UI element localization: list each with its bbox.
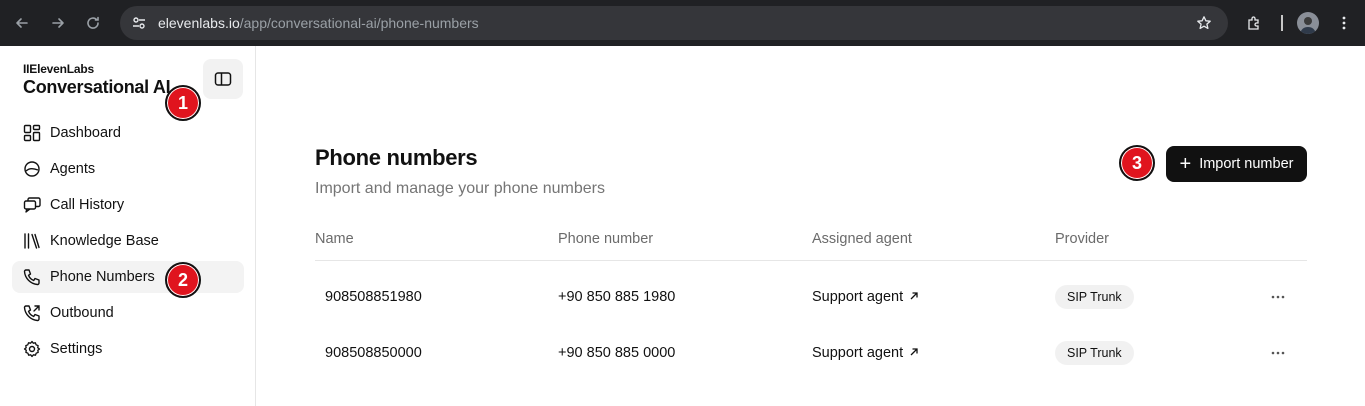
bookmark-star-icon[interactable] <box>1193 12 1215 34</box>
sidebar: IIElevenLabs Conversational AI Dashboard… <box>0 46 256 406</box>
sidebar-item-label: Outbound <box>50 305 114 321</box>
sidebar-panel-icon <box>214 72 232 86</box>
table-header-divider <box>315 260 1307 261</box>
row-phone-number: +90 850 885 0000 <box>558 345 676 361</box>
toolbar-divider <box>1281 15 1283 31</box>
back-icon[interactable] <box>11 12 33 34</box>
column-header-assigned-agent: Assigned agent <box>812 231 912 247</box>
import-number-button[interactable]: + Import number <box>1166 146 1307 182</box>
url-host: elevenlabs.io <box>158 15 240 31</box>
phone-icon <box>22 267 42 287</box>
external-arrow-icon <box>909 289 919 305</box>
assigned-agent-link[interactable]: Support agent <box>812 289 919 305</box>
sidebar-item-label: Phone Numbers <box>50 269 155 285</box>
sidebar-item-label: Settings <box>50 341 103 357</box>
sidebar-item-settings[interactable]: Settings <box>12 333 244 365</box>
sidebar-toggle-button[interactable] <box>203 59 243 99</box>
profile-avatar[interactable] <box>1297 12 1319 34</box>
provider-chip: SIP Trunk <box>1055 341 1134 365</box>
reload-icon[interactable] <box>82 12 104 34</box>
row-phone-number: +90 850 885 1980 <box>558 289 676 305</box>
row-name: 908508850000 <box>325 345 422 361</box>
dashboard-icon <box>22 123 42 143</box>
address-bar[interactable]: elevenlabs.io/app/conversational-ai/phon… <box>120 6 1228 40</box>
site-settings-icon[interactable] <box>128 12 150 34</box>
sidebar-item-knowledge-base[interactable]: Knowledge Base <box>12 225 244 257</box>
more-options-icon[interactable] <box>1268 343 1288 363</box>
browser-chrome: elevenlabs.io/app/conversational-ai/phon… <box>0 0 1365 46</box>
app-title: Conversational AI <box>23 77 171 97</box>
url-path: /app/conversational-ai/phone-numbers <box>239 15 479 31</box>
call-history-icon <box>22 195 42 215</box>
annotation-badge-2: 2 <box>165 262 201 298</box>
plus-icon: + <box>1179 153 1192 175</box>
sidebar-item-outbound[interactable]: Outbound <box>12 297 244 329</box>
provider-chip: SIP Trunk <box>1055 285 1134 309</box>
sidebar-item-label: Knowledge Base <box>50 233 159 249</box>
annotation-badge-1: 1 <box>165 85 201 121</box>
sidebar-item-label: Dashboard <box>50 125 121 141</box>
external-arrow-icon <box>909 345 919 361</box>
forward-icon[interactable] <box>47 12 69 34</box>
assigned-agent-label: Support agent <box>812 289 904 305</box>
sidebar-item-dashboard[interactable]: Dashboard <box>12 117 244 149</box>
elevenlabs-logo[interactable]: IIElevenLabs <box>23 62 94 76</box>
annotation-badge-3: 3 <box>1119 145 1155 181</box>
extensions-icon[interactable] <box>1243 12 1265 34</box>
settings-icon <box>22 339 42 359</box>
column-header-phone-number: Phone number <box>558 231 654 247</box>
assigned-agent-link[interactable]: Support agent <box>812 345 919 361</box>
sidebar-item-agents[interactable]: Agents <box>12 153 244 185</box>
page-title: Phone numbers <box>315 145 478 170</box>
outbound-icon <box>22 303 42 323</box>
sidebar-item-label: Call History <box>50 197 125 213</box>
import-number-label: Import number <box>1199 156 1294 172</box>
column-header-provider: Provider <box>1055 231 1109 247</box>
more-options-icon[interactable] <box>1268 287 1288 307</box>
browser-menu-icon[interactable] <box>1333 12 1355 34</box>
page-subtitle: Import and manage your phone numbers <box>315 180 605 197</box>
sidebar-item-phone-numbers[interactable]: Phone Numbers <box>12 261 244 293</box>
sidebar-item-call-history[interactable]: Call History <box>12 189 244 221</box>
knowledge-base-icon <box>22 231 42 251</box>
column-header-name: Name <box>315 231 354 247</box>
assigned-agent-label: Support agent <box>812 345 904 361</box>
url-text: elevenlabs.io/app/conversational-ai/phon… <box>158 15 479 31</box>
row-name: 908508851980 <box>325 289 422 305</box>
sidebar-item-label: Agents <box>50 161 96 177</box>
agents-icon <box>22 159 42 179</box>
